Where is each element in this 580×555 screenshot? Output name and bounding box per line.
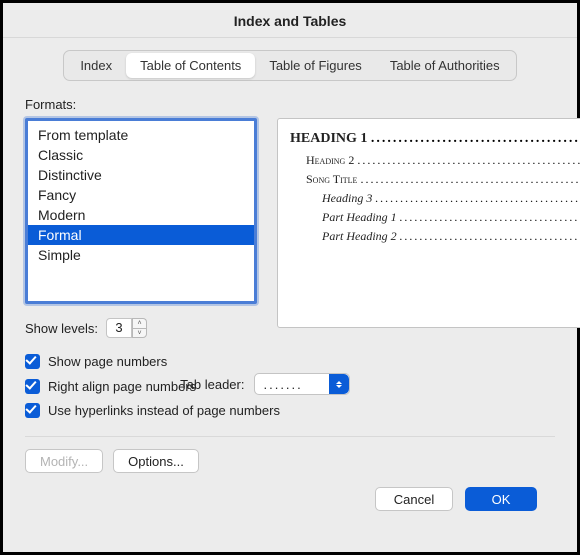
toc-entry-label: HEADING 1 (290, 131, 367, 147)
cancel-button[interactable]: Cancel (375, 487, 453, 511)
tab-table-of-contents[interactable]: Table of Contents (126, 53, 255, 78)
format-item-from-template[interactable]: From template (28, 125, 254, 145)
label-use-hyperlinks: Use hyperlinks instead of page numbers (48, 403, 280, 418)
tab-index[interactable]: Index (66, 53, 126, 78)
show-levels-stepper[interactable]: 3 ˄ ˅ (106, 318, 147, 338)
checkbox-show-page-numbers[interactable] (25, 354, 40, 369)
label-show-page-numbers: Show page numbers (48, 354, 167, 369)
stepper-down-icon[interactable]: ˅ (132, 328, 147, 338)
stepper-up-icon[interactable]: ˄ (132, 318, 147, 328)
format-item-distinctive[interactable]: Distinctive (28, 165, 254, 185)
modify-button: Modify... (25, 449, 103, 473)
dialog-title: Index and Tables (3, 3, 577, 37)
format-item-modern[interactable]: Modern (28, 205, 254, 225)
ok-button[interactable]: OK (465, 487, 537, 511)
formats-listbox[interactable]: From template Classic Distinctive Fancy … (25, 118, 257, 304)
tab-table-of-figures[interactable]: Table of Figures (255, 53, 376, 78)
divider (25, 436, 555, 437)
toc-leader: ........................................… (375, 191, 580, 206)
tab-bar: Index Table of Contents Table of Figures… (63, 50, 516, 81)
toc-leader: ........................................… (360, 172, 580, 187)
toc-entry-label: Heading 3 (322, 191, 372, 206)
tab-leader-value: ....... (263, 377, 302, 392)
options-button[interactable]: Options... (113, 449, 199, 473)
toc-leader: ........................................… (357, 153, 580, 168)
format-item-simple[interactable]: Simple (28, 245, 254, 265)
format-item-formal[interactable]: Formal (28, 225, 254, 245)
toc-leader: ........................................… (400, 229, 580, 244)
toc-leader: ........................................… (371, 131, 580, 147)
tab-leader-label: Tab leader: (180, 377, 244, 392)
show-levels-value[interactable]: 3 (106, 318, 132, 338)
tab-leader-select[interactable]: ....... (254, 373, 350, 395)
toc-leader: ........................................… (400, 210, 580, 225)
checkbox-right-align-page-numbers[interactable] (25, 379, 40, 394)
tab-table-of-authorities[interactable]: Table of Authorities (376, 53, 514, 78)
toc-entry-label: Heading 2 (306, 153, 354, 168)
format-item-classic[interactable]: Classic (28, 145, 254, 165)
checkbox-use-hyperlinks[interactable] (25, 403, 40, 418)
dialog-body: Index Table of Contents Table of Figures… (3, 38, 577, 519)
toc-entry-label: Song Title (306, 172, 357, 187)
format-item-fancy[interactable]: Fancy (28, 185, 254, 205)
toc-entry-label: Part Heading 1 (322, 210, 397, 225)
toc-entry-label: Part Heading 2 (322, 229, 397, 244)
select-arrows-icon (329, 374, 349, 394)
formats-label: Formats: (25, 97, 555, 112)
show-levels-label: Show levels: (25, 321, 98, 336)
label-right-align-page-numbers: Right align page numbers (48, 379, 196, 394)
toc-preview: HEADING 1 ..............................… (277, 118, 580, 328)
